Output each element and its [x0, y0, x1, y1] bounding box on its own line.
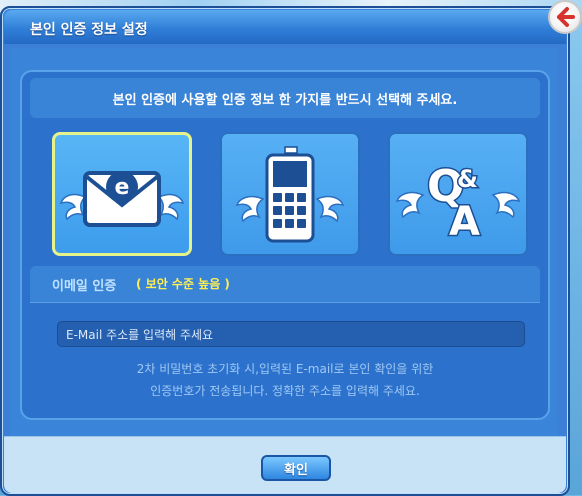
svg-text:A: A — [449, 199, 480, 245]
winged-qa-icon: Q & A — [395, 160, 521, 247]
email-auth-section: 이메일 인증 ( 보안 수준 높음 ) — [30, 266, 540, 303]
info-line-2: 인증번호가 전송됩니다. 정확한 주소를 입력해 주세요. — [150, 384, 420, 398]
info-line-1: 2차 비밀번호 초기화 시,입력된 E-mail로 본인 확인을 위한 — [136, 362, 434, 376]
back-button[interactable] — [548, 0, 582, 34]
qa-auth-option[interactable]: Q & A — [388, 132, 528, 256]
dialog-title: 본인 인증 정보 설정 — [30, 22, 148, 38]
security-level-note: ( 보안 수준 높음 ) — [136, 277, 230, 291]
instruction-text: 본인 인증에 사용할 인증 정보 한 가지를 반드시 선택해 주세요. — [30, 78, 540, 118]
info-text: 2차 비밀번호 초기화 시,입력된 E-mail로 본인 확인을 위한 인증번호… — [30, 358, 540, 402]
confirm-button[interactable]: 확인 — [261, 455, 331, 481]
svg-text:e: e — [115, 175, 130, 200]
email-input[interactable]: E-Mail 주소를 입력해 주세요 — [57, 321, 525, 347]
winged-phone-icon — [235, 146, 345, 243]
winged-envelope-icon: e — [59, 171, 185, 227]
svg-text:&: & — [457, 165, 478, 193]
phone-auth-option[interactable] — [220, 132, 360, 256]
dialog-titlebar: 본인 인증 정보 설정 — [4, 10, 566, 44]
section-title: 이메일 인증 — [52, 279, 117, 294]
auth-panel: 본인 인증에 사용할 인증 정보 한 가지를 반드시 선택해 주세요. e Q … — [20, 70, 550, 420]
email-auth-option[interactable]: e — [52, 132, 192, 256]
arrow-left-icon — [557, 7, 575, 27]
dialog-footer: 확인 — [4, 436, 566, 493]
